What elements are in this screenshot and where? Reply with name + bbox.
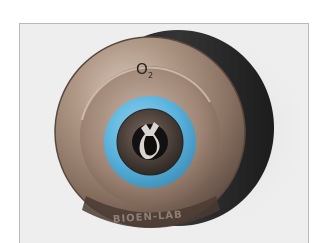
gas-label: O [136,60,148,78]
image-frame: O 2 BIOEN-LAB [0,0,321,243]
gas-label-subscript: 2 [148,71,153,80]
gas-outlet-illustration: O 2 BIOEN-LAB [54,26,308,238]
product-photo-panel: O 2 BIOEN-LAB [19,23,309,243]
